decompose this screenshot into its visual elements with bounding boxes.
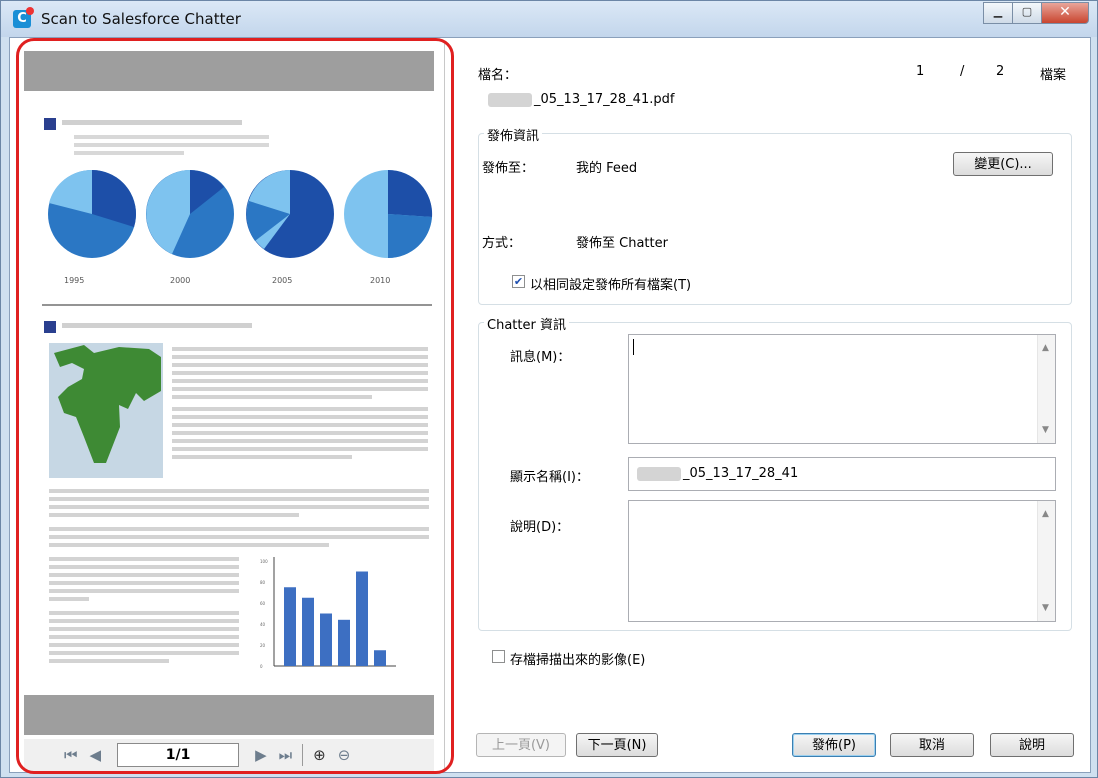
message-scrollbar[interactable]: ▲ ▼	[1037, 335, 1055, 443]
publish-target-value: 我的 Feed	[576, 161, 638, 176]
last-page-icon[interactable]: ⏭	[279, 746, 293, 764]
description-scrollbar[interactable]: ▲ ▼	[1037, 501, 1055, 621]
file-name-label: 檔名：	[478, 68, 518, 83]
scroll-down-icon[interactable]: ▼	[1042, 425, 1049, 435]
pie-chart-2005	[246, 170, 334, 258]
scan-preview-pane: 1995 2000 2005 2010 100 80 60 40 20 0 ⏮ …	[14, 42, 445, 772]
title-bar: C Scan to Salesforce Chatter ▁ ▢ ✕	[1, 1, 1097, 37]
maximize-icon[interactable]: ▢	[1012, 2, 1042, 24]
scroll-up-icon[interactable]: ▲	[1042, 509, 1049, 519]
scroll-up-icon[interactable]: ▲	[1042, 343, 1049, 353]
bar-tick-label: 40	[260, 622, 266, 627]
next-page-button[interactable]: 下一頁(N)	[576, 733, 658, 757]
pie-chart-2010	[344, 169, 433, 259]
toolbar-divider	[302, 744, 304, 766]
year-label: 2010	[370, 276, 390, 285]
message-textarea[interactable]: ▲ ▼	[628, 334, 1056, 444]
page-number-field[interactable]: 1/1	[117, 743, 240, 767]
scanned-page-image[interactable]: 1995 2000 2005 2010 100 80 60 40 20 0	[24, 91, 434, 695]
display-name-label: 顯示名稱(I)：	[510, 470, 589, 485]
blurred-prefix	[637, 466, 681, 481]
method-value: 發佈至 Chatter	[576, 236, 668, 251]
year-label: 1995	[64, 276, 84, 285]
file-index: 1	[916, 64, 925, 79]
file-name-value: _05_13_17_28_41.pdf	[488, 92, 674, 107]
bar-chart: 100 80 60 40 20 0	[260, 557, 396, 669]
app-logo-icon: C	[13, 7, 34, 28]
previous-page-icon[interactable]: ◀	[90, 746, 102, 764]
publish-info-title: 發佈資訊	[484, 125, 543, 144]
change-button[interactable]: 變更(C)...	[953, 152, 1053, 176]
bar	[356, 571, 368, 666]
bar-tick-label: 60	[260, 601, 266, 606]
scroll-down-icon[interactable]: ▼	[1042, 603, 1049, 613]
method-label: 方式：	[482, 236, 522, 251]
message-label: 訊息(M)：	[510, 350, 571, 365]
chatter-info-title: Chatter 資訊	[484, 314, 569, 333]
display-name-input[interactable]: _05_13_17_28_41	[628, 457, 1056, 491]
first-page-icon[interactable]: ⏮	[64, 746, 78, 764]
next-page-icon[interactable]: ▶	[255, 746, 267, 764]
preview-margin-bottom	[24, 695, 434, 735]
help-button[interactable]: 說明	[990, 733, 1074, 757]
description-textarea[interactable]: ▲ ▼	[628, 500, 1056, 622]
year-label: 2005	[272, 276, 292, 285]
bar-tick-label: 100	[260, 559, 268, 564]
preview-margin-top	[24, 51, 434, 91]
bar	[374, 650, 386, 666]
bar	[302, 597, 314, 666]
bar-tick-label: 80	[260, 580, 266, 585]
save-image-checkbox[interactable]	[492, 650, 505, 663]
bar	[284, 587, 296, 666]
zoom-in-icon[interactable]: ⊕	[313, 746, 326, 764]
window-title: Scan to Salesforce Chatter	[41, 10, 241, 28]
scanned-document-graphic: 1995 2000 2005 2010 100806040200	[42, 118, 433, 669]
text-cursor	[633, 339, 634, 355]
preview-navigation-toolbar: ⏮ ◀ 1/1 ▶ ⏭ ⊕ ⊖	[24, 739, 434, 771]
file-count-slash: /	[960, 64, 965, 79]
pie-chart-1995	[48, 169, 136, 258]
bar	[338, 619, 350, 666]
description-label: 說明(D)：	[510, 520, 570, 535]
year-label: 2000	[170, 276, 190, 285]
minimize-icon[interactable]: ▁	[983, 2, 1013, 24]
zoom-out-icon[interactable]: ⊖	[338, 746, 351, 764]
display-name-text: _05_13_17_28_41	[683, 466, 799, 481]
publish-all-same-checkbox[interactable]: ✔	[512, 275, 525, 288]
bar	[320, 613, 332, 666]
publish-all-same-label: 以相同設定發佈所有檔案(T)	[530, 278, 692, 293]
bar-tick-label: 20	[260, 643, 266, 648]
file-total: 2	[996, 64, 1005, 79]
bar-tick-label: 0	[260, 664, 263, 669]
save-image-label: 存檔掃描出來的影像(E)	[510, 653, 646, 668]
cancel-button[interactable]: 取消	[890, 733, 974, 757]
file-name-text: _05_13_17_28_41.pdf	[534, 92, 675, 107]
previous-page-button[interactable]: 上一頁(V)	[476, 733, 566, 757]
publish-button[interactable]: 發佈(P)	[792, 733, 876, 757]
publish-target-label: 發佈至：	[482, 161, 535, 176]
file-unit: 檔案	[1040, 68, 1067, 83]
close-icon[interactable]: ✕	[1041, 2, 1089, 24]
blurred-prefix	[488, 92, 532, 107]
pie-chart-2000	[146, 170, 234, 258]
